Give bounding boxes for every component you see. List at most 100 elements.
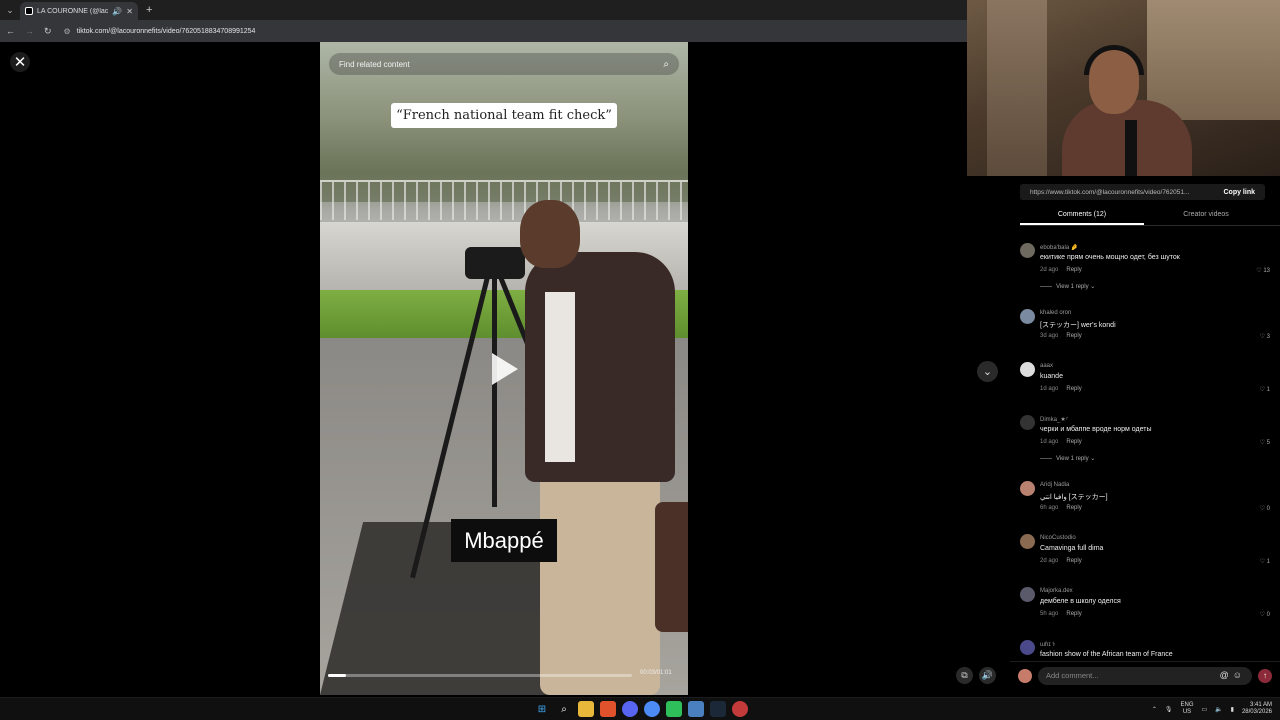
search-icon[interactable]: ⌕ <box>663 59 669 70</box>
forward-icon[interactable]: → <box>25 26 34 36</box>
comment-username[interactable]: khaled oron <box>1040 310 1071 316</box>
video-progress-fill <box>328 674 347 677</box>
avatar <box>1018 668 1032 683</box>
address-bar[interactable]: ⚙ tiktok.com/@lacouronnefits/video/76205… <box>64 27 256 36</box>
comment-username[interactable]: NicoCustodio <box>1040 535 1076 541</box>
video-scene-person-shirt <box>545 292 575 462</box>
comment-avatar[interactable] <box>1020 362 1035 377</box>
volume-icon[interactable]: 🔊 <box>979 667 996 684</box>
video-scene-fence <box>320 180 688 220</box>
site-info-icon[interactable]: ⚙ <box>64 27 71 36</box>
comment-avatar[interactable] <box>1020 587 1035 602</box>
comment-username[interactable]: Dimka_★⁷ <box>1040 416 1068 423</box>
send-comment-button[interactable]: ↑ <box>1258 668 1272 683</box>
webcam-door <box>987 0 1047 176</box>
speaker-icon[interactable]: 🔈 <box>1215 706 1222 713</box>
comment-avatar[interactable] <box>1020 243 1035 258</box>
comment-username[interactable]: ааах <box>1040 363 1053 369</box>
reply-button[interactable]: Reply <box>1066 439 1081 445</box>
reply-button[interactable]: Reply <box>1066 386 1081 392</box>
comment-text: وافيا انتي [ステッカー] <box>1040 494 1108 501</box>
windows-start-icon[interactable]: ⊞ <box>534 701 550 717</box>
add-comment-bar: Add comment... @☺ ↑ <box>1010 661 1280 689</box>
chrome-icon[interactable] <box>644 701 660 717</box>
tray-overflow-chevron-icon[interactable]: ⌃ <box>1152 706 1157 713</box>
reply-button[interactable]: Reply <box>1066 558 1081 564</box>
comment-username[interactable]: ɯɦɪ ⚕ <box>1040 641 1055 648</box>
play-icon[interactable] <box>492 353 518 385</box>
app-green-icon[interactable] <box>666 701 682 717</box>
copy-link-button[interactable]: Copy link <box>1213 189 1265 196</box>
add-comment-input[interactable]: Add comment... @☺ <box>1038 666 1252 685</box>
comment-like-button[interactable]: ♡ 13 <box>1256 267 1270 274</box>
battery-icon[interactable]: ▮ <box>1231 706 1234 713</box>
comment-avatar[interactable] <box>1020 415 1035 430</box>
back-icon[interactable]: ← <box>6 26 15 36</box>
notepad-icon[interactable] <box>688 701 704 717</box>
video-progress-bar[interactable] <box>328 674 632 677</box>
comment-like-button[interactable]: ♡ 1 <box>1260 558 1270 565</box>
comment-meta: 3d ago Reply <box>1040 333 1082 339</box>
reload-icon[interactable]: ↻ <box>44 26 52 37</box>
comment-like-count: 0 <box>1266 612 1270 618</box>
view-replies-button[interactable]: View 1 reply ⌄ <box>1040 283 1095 290</box>
tab-creator-videos[interactable]: Creator videos <box>1144 208 1268 225</box>
comment-time: 1d ago <box>1040 386 1059 392</box>
video-scene-tripod-leg <box>492 277 497 507</box>
webcam-wall <box>1147 0 1280 120</box>
reply-button[interactable]: Reply <box>1066 267 1081 273</box>
comment-item: ааах kuande 1d ago Reply ♡ 1 <box>1018 360 1270 413</box>
comment-meta: 1d ago Reply <box>1040 439 1082 445</box>
tab-close-icon[interactable]: ✕ <box>126 7 133 16</box>
comment-meta: 6h ago Reply <box>1040 505 1082 511</box>
picture-in-picture-icon[interactable]: ⧉ <box>956 667 973 684</box>
tab-comments[interactable]: Comments (12) <box>1020 208 1144 225</box>
comment-time: 6h ago <box>1040 505 1059 511</box>
system-clock[interactable]: 3:41 AM 28/03/2026 <box>1242 702 1272 716</box>
panel-tabs: Comments (12) Creator videos <box>1020 208 1280 226</box>
comment-like-button[interactable]: ♡ 0 <box>1260 611 1270 618</box>
mention-emoji-icons[interactable]: @☺ <box>1220 670 1246 680</box>
brave-browser-icon[interactable] <box>600 701 616 717</box>
share-link-url[interactable]: https://www.tiktok.com/@lacouronnefits/v… <box>1030 189 1213 196</box>
comment-like-count: 3 <box>1266 334 1270 340</box>
close-video-button[interactable]: ✕ <box>10 52 30 72</box>
comment-item: NicoCustodio Camavinga full dima 2d ago Rep… <box>1018 532 1270 585</box>
comment-avatar[interactable] <box>1020 534 1035 549</box>
view-replies-label: View 1 reply <box>1056 456 1089 462</box>
microphone-icon[interactable]: 🎙 <box>1165 706 1173 713</box>
find-related-search[interactable]: Find related content ⌕ <box>329 53 679 75</box>
tab-audio-icon[interactable]: 🔊 <box>112 7 122 16</box>
streamer-webcam <box>967 0 1280 176</box>
language-indicator[interactable]: ENG US <box>1180 702 1193 716</box>
divider <box>1040 285 1052 287</box>
taskbar-search-icon[interactable]: ⌕ <box>556 701 572 717</box>
reply-button[interactable]: Reply <box>1066 505 1081 511</box>
browser-tab[interactable]: LA COURONNE (@lacouronnefits) | TikTok 🔊… <box>20 2 138 20</box>
comment-username[interactable]: Aridj Nadia <box>1040 482 1069 488</box>
comment-text: [ステッカー] wer's kondi <box>1040 322 1116 329</box>
comment-avatar[interactable] <box>1020 640 1035 655</box>
app-red-icon[interactable] <box>732 701 748 717</box>
comment-username[interactable]: eboba'bala 🤌 <box>1040 244 1078 251</box>
view-replies-button[interactable]: View 1 reply ⌄ <box>1040 455 1095 462</box>
comment-like-button[interactable]: ♡ 1 <box>1260 386 1270 393</box>
file-explorer-icon[interactable] <box>578 701 594 717</box>
tab-search-chevron-icon[interactable]: ⌄ <box>0 5 20 16</box>
comment-avatar[interactable] <box>1020 481 1035 496</box>
system-tray: ⌃ 🎙 ENG US ▭ 🔈 ▮ 3:41 AM 28/03/2026 <box>1152 702 1272 716</box>
next-video-chevron-down-icon[interactable]: ⌄ <box>977 361 998 382</box>
comment-avatar[interactable] <box>1020 309 1035 324</box>
comment-like-count: 0 <box>1266 506 1270 512</box>
reply-button[interactable]: Reply <box>1066 333 1081 339</box>
reply-button[interactable]: Reply <box>1066 611 1081 617</box>
network-icon[interactable]: ▭ <box>1202 706 1208 713</box>
comment-like-button[interactable]: ♡ 5 <box>1260 439 1270 446</box>
comment-like-button[interactable]: ♡ 0 <box>1260 505 1270 512</box>
steam-icon[interactable] <box>710 701 726 717</box>
comment-like-button[interactable]: ♡ 3 <box>1260 333 1270 340</box>
new-tab-button[interactable]: + <box>146 4 152 16</box>
discord-icon[interactable] <box>622 701 638 717</box>
comment-username[interactable]: Majorka.dex <box>1040 588 1073 594</box>
clock-time: 3:41 AM <box>1249 702 1272 708</box>
